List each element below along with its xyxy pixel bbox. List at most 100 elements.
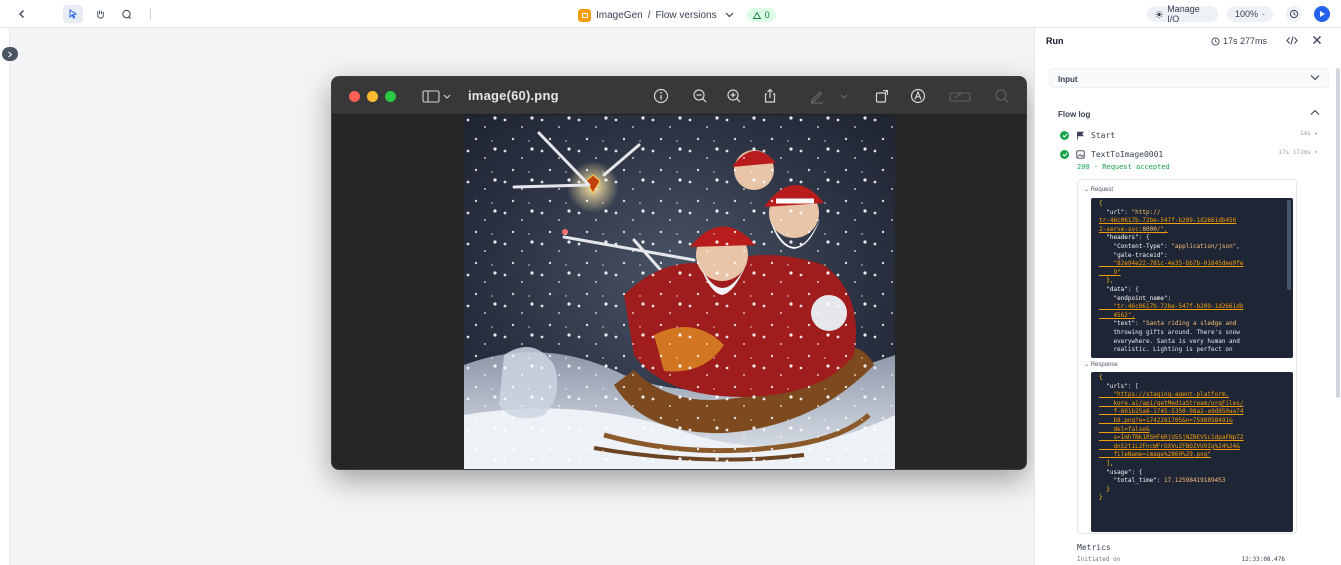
metrics-label: Metrics [1077,543,1111,552]
redact-button[interactable] [948,87,972,105]
markup-menu-button[interactable] [838,87,850,105]
panel-scrollbar[interactable] [1336,68,1340,398]
viewer-content [332,115,1026,469]
breadcrumb-separator: / [647,9,651,21]
markup-button[interactable] [808,87,826,105]
request-code-line: "82e94e22-781c-4e35-bb7b-01845dee9fe [1099,260,1244,268]
history-button[interactable] [1286,6,1302,22]
request-scrollbar[interactable] [1287,200,1291,290]
warning-icon [752,11,761,19]
sun-icon [1155,10,1163,18]
response-code-line: kore.ai/api/getMediaStream/orgFiles/ [1099,399,1244,407]
generated-image [464,115,895,469]
code-view-icon[interactable] [1286,35,1298,46]
request-code-line: everywhere. Santa is very human and [1099,337,1240,345]
response-code-line: del=false& [1099,425,1150,433]
hand-icon [96,9,104,19]
flow-step-start[interactable]: Start 1ms ▸ [1060,129,1318,141]
response-label[interactable]: ⌄ Response [1084,361,1118,368]
chevron-down-icon [840,94,848,99]
zoom-in-button[interactable] [725,87,743,105]
warnings-badge[interactable]: 0 [746,8,776,22]
image-viewer-window: image(60).png [331,76,1027,470]
image-node-icon [1076,149,1085,159]
flow-log-section-header[interactable]: Flow log [1049,103,1329,123]
request-code-line: "url": "http:// [1106,208,1161,216]
warnings-count: 0 [764,10,770,20]
history-icon [1289,9,1299,19]
request-code-line: tr-46c0617b-72be-547f-b209-1d2661db456 [1099,217,1237,225]
zoom-value: 100% [1235,9,1259,19]
zoom-out-button[interactable] [691,87,709,105]
response-code-line: fileName=image%2860%29.png" [1099,451,1211,459]
response-code-line: b9.png?e=1742281705&n=7598958491& [1099,416,1233,424]
response-code-line: { [1099,374,1103,381]
response-code-line: "urls": [ [1106,382,1139,390]
minimize-window-button[interactable] [367,91,378,102]
zoom-out-icon [693,89,707,103]
input-section-header[interactable]: Input [1049,68,1329,88]
annotate-button[interactable] [909,87,927,105]
info-button[interactable] [652,87,670,105]
request-response-card: ⌄ Request { "url": "http://tr-46c0617b-7… [1077,179,1297,534]
run-panel: Run 17s 277ms Input Flow log Start 1ms ▸… [1034,28,1341,565]
response-code-line: "usage": { [1106,468,1143,476]
pointer-icon [69,9,78,19]
request-code-line: "headers": { [1106,234,1150,242]
left-strip [0,28,10,565]
request-label[interactable]: ⌄ Request [1084,186,1113,193]
input-section-label: Input [1058,75,1078,84]
sidebar-toggle-button[interactable] [420,87,454,105]
breadcrumb-page[interactable]: Flow versions [655,10,716,21]
rotate-button[interactable] [873,87,891,105]
run-duration: 17s 277ms [1211,36,1267,46]
request-code-line: "tr-46c0617b-72be-547f-b209-1d2661db [1099,303,1244,311]
run-button[interactable] [1314,6,1330,22]
success-check-icon [1060,130,1069,140]
search-button[interactable] [993,87,1011,105]
maximize-window-button[interactable] [385,91,396,102]
markup-icon [810,91,823,104]
back-button[interactable] [12,5,32,23]
request-code-block[interactable]: { "url": "http://tr-46c0617b-72be-547f-b… [1091,198,1293,358]
response-code-line: } [1099,485,1110,493]
breadcrumb-app[interactable]: ImageGen [596,10,643,21]
step-duration: 17s 172ms ▾ [1278,149,1318,156]
share-button[interactable] [761,87,779,105]
chevron-down-icon[interactable] [725,12,734,18]
step-name: TextToImage0001 [1091,149,1164,159]
share-icon [764,88,776,103]
flow-step-texttoimage[interactable]: TextToImage0001 17s 172ms ▾ [1060,148,1318,160]
response-code-line: s=ImhTNk1RSHF6RjU5SjNZNEVSc1dpaFNpT2 [1099,434,1244,442]
play-icon [1320,11,1325,17]
imagegen-app-icon [578,8,591,22]
redact-icon [949,91,971,102]
chevron-up-icon [1310,109,1320,115]
pointer-tool-button[interactable] [63,5,83,23]
response-code-block[interactable]: { "urls": [ "https://staging-agent-platf… [1091,372,1293,532]
comment-tool-button[interactable] [116,5,136,23]
hand-tool-button[interactable] [90,5,110,23]
manage-io-button[interactable]: Manage I/O [1147,4,1218,24]
request-code-line: "text": "Santa riding a sledge and [1113,320,1237,328]
search-icon [995,89,1009,103]
request-code-line: 4562", [1099,311,1136,319]
viewer-filename: image(60).png [468,88,559,103]
request-code-line: { [1099,200,1103,207]
zoom-select[interactable]: 100% [1227,6,1273,22]
step-name: Start [1091,130,1116,140]
comment-icon [121,9,131,19]
toolbar-divider [150,8,151,20]
step-duration: 1ms ▸ [1299,130,1318,137]
initiated-label: Initiated on [1077,556,1121,563]
annotate-icon [910,88,926,104]
sidebar-icon [422,90,451,103]
close-icon[interactable] [1312,35,1322,45]
chevron-down-icon [1262,13,1265,15]
response-code-line: dnS2t1L2FncWFrOXVuZFBOZVU9Ig%24%24& [1099,442,1240,450]
expand-sidebar-button[interactable] [2,47,18,61]
close-window-button[interactable] [349,91,360,102]
breadcrumb: ImageGen / Flow versions 0 [578,7,776,23]
initiated-value: 12:33:08.476 [1241,556,1285,563]
success-check-icon [1060,149,1069,159]
